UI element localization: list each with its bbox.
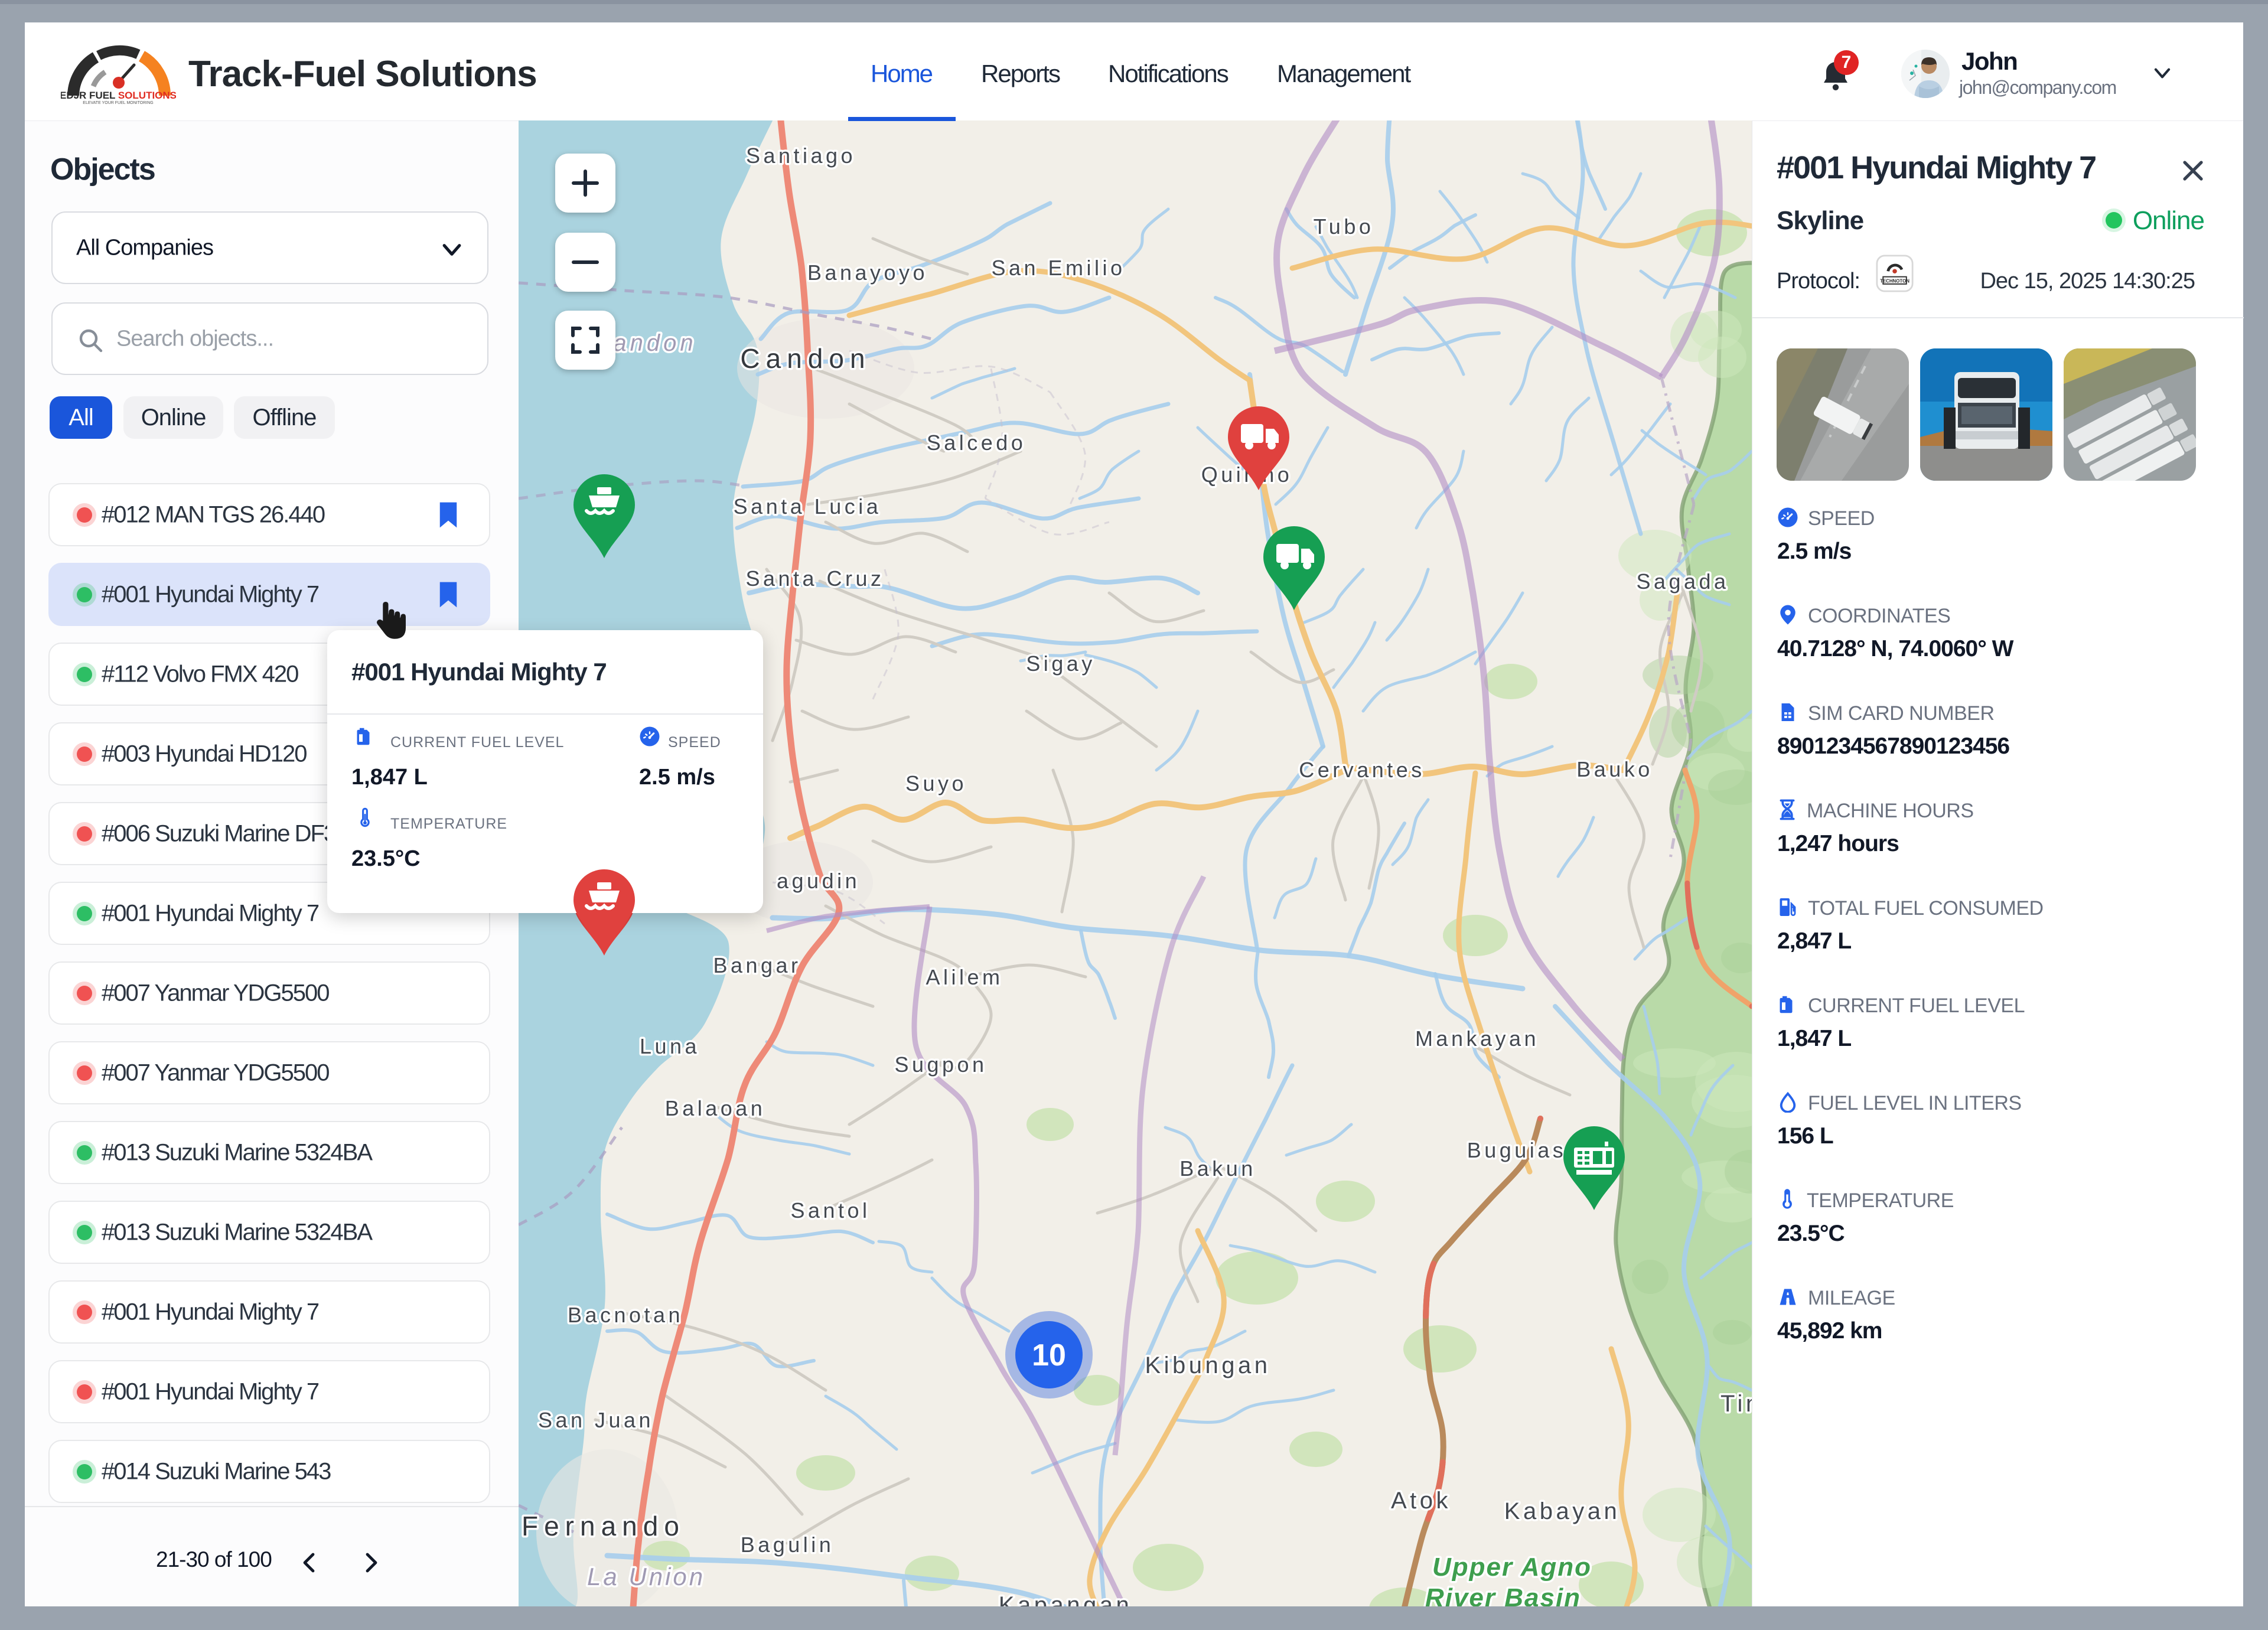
svg-text:Kabayan: Kabayan <box>1504 1498 1620 1524</box>
svg-text:TECHNOTON: TECHNOTON <box>1880 278 1909 283</box>
svg-text:Bakun: Bakun <box>1179 1156 1256 1181</box>
svg-text:10: 10 <box>1032 1338 1066 1373</box>
svg-text:Bagulin: Bagulin <box>741 1533 835 1557</box>
svg-text:Bangar: Bangar <box>713 953 801 977</box>
svg-text:Balaoan: Balaoan <box>665 1096 766 1120</box>
svg-text:EDJR FUEL SOLUTIONS: EDJR FUEL SOLUTIONS <box>61 90 176 101</box>
svg-text:Salcedo: Salcedo <box>927 431 1027 455</box>
svg-text:andon: andon <box>613 330 696 356</box>
svg-text:Banayoyo: Banayoyo <box>807 260 928 285</box>
svg-text:Santa Cruz: Santa Cruz <box>745 566 884 591</box>
svg-text:Kapangan: Kapangan <box>999 1592 1132 1606</box>
svg-text:Mankayan: Mankayan <box>1415 1026 1539 1051</box>
svg-text:San Emilio: San Emilio <box>991 256 1125 280</box>
svg-text:Tin: Tin <box>1720 1391 1752 1417</box>
svg-text:Santol: Santol <box>790 1198 870 1222</box>
svg-text:River Basin: River Basin <box>1425 1583 1581 1606</box>
svg-text:Sagada: Sagada <box>1636 569 1729 594</box>
svg-text:Cervantes: Cervantes <box>1299 758 1425 782</box>
svg-text:Candon: Candon <box>740 343 871 374</box>
svg-text:San Juan: San Juan <box>538 1408 654 1432</box>
svg-text:Luna: Luna <box>640 1034 700 1058</box>
svg-text:Sugpon: Sugpon <box>894 1052 987 1077</box>
svg-text:Upper Agno: Upper Agno <box>1432 1553 1592 1582</box>
svg-text:Tubo: Tubo <box>1314 214 1374 239</box>
svg-text:ELEVATE YOUR FUEL MONITORING: ELEVATE YOUR FUEL MONITORING <box>83 101 153 105</box>
svg-text:Alilem: Alilem <box>926 965 1003 989</box>
svg-text:Fernando: Fernando <box>522 1511 685 1541</box>
svg-text:Atok: Atok <box>1391 1488 1451 1514</box>
svg-text:Suyo: Suyo <box>905 771 967 796</box>
svg-text:Bacnotan: Bacnotan <box>568 1303 683 1327</box>
svg-text:Santa Lucia: Santa Lucia <box>734 494 882 519</box>
svg-text:Buguias: Buguias <box>1467 1138 1567 1162</box>
svg-text:La Union: La Union <box>587 1563 705 1590</box>
svg-text:agudin: agudin <box>777 869 860 893</box>
svg-text:Santiago: Santiago <box>746 144 856 168</box>
svg-text:Kibungan: Kibungan <box>1145 1352 1270 1378</box>
svg-text:Sigay: Sigay <box>1026 651 1096 676</box>
svg-text:Bauko: Bauko <box>1576 757 1653 781</box>
